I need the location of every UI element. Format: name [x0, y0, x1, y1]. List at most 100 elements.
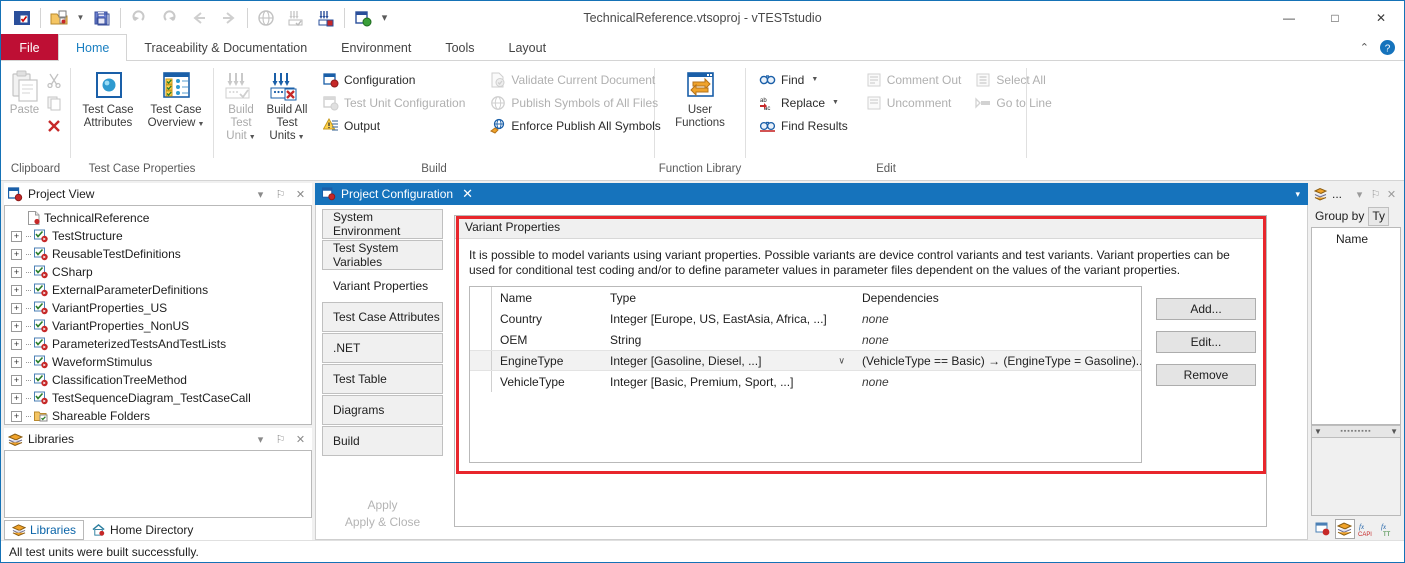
- apply-and-close-button[interactable]: Apply & Close: [322, 514, 443, 539]
- open-project-icon[interactable]: [44, 4, 74, 32]
- expander-icon[interactable]: +: [11, 248, 22, 260]
- document-tab-list-icon[interactable]: ▾: [1287, 183, 1308, 205]
- config-nav-net[interactable]: .NET: [322, 333, 443, 363]
- row-gutter[interactable]: [470, 329, 492, 350]
- go-to-line-button[interactable]: Go to Line: [971, 91, 1055, 114]
- cell-type[interactable]: String: [602, 329, 854, 350]
- libraries-close-icon[interactable]: ✕: [293, 433, 308, 446]
- scroll-grip[interactable]: ▪▪▪▪▪▪▪▪▪: [1340, 428, 1371, 435]
- cell-dependencies[interactable]: none: [854, 329, 1141, 350]
- maximize-button[interactable]: □: [1312, 1, 1358, 34]
- build-all-test-units-icon[interactable]: [311, 4, 341, 32]
- symbol-explorer-close-icon[interactable]: ✕: [1385, 188, 1398, 201]
- tree-node-root[interactable]: TechnicalReference: [11, 209, 311, 227]
- cell-type[interactable]: Integer [Europe, US, EastAsia, Africa, .…: [602, 308, 854, 329]
- row-gutter[interactable]: [470, 351, 492, 370]
- variant-properties-table[interactable]: Name Type Dependencies Country Integer […: [469, 286, 1142, 463]
- tree-node-parameterizedtestsandtestlists[interactable]: + ParameterizedTestsAndTestLists: [11, 335, 311, 353]
- tab-symbol-explorer[interactable]: [1335, 519, 1355, 539]
- publish-symbols-icon[interactable]: [251, 4, 281, 32]
- help-icon[interactable]: ?: [1379, 39, 1396, 56]
- tab-capl-functions[interactable]: fx CAPl: [1357, 519, 1377, 539]
- cell-dependencies[interactable]: none: [854, 308, 1141, 329]
- comment-out-button[interactable]: Comment Out: [862, 68, 966, 91]
- expander-icon[interactable]: +: [11, 284, 22, 296]
- build-all-test-units-dropdown-icon[interactable]: ▼: [298, 134, 305, 141]
- tab-tt-functions[interactable]: fx TT: [1379, 519, 1399, 539]
- column-header-type[interactable]: Type: [602, 287, 854, 308]
- undo-icon[interactable]: [124, 4, 154, 32]
- config-nav-build[interactable]: Build: [322, 426, 443, 456]
- find-button[interactable]: Find ▼: [755, 68, 852, 91]
- table-row[interactable]: OEM String none: [470, 329, 1141, 350]
- edit-button[interactable]: Edit...: [1156, 331, 1256, 353]
- config-nav-diagrams[interactable]: Diagrams: [322, 395, 443, 425]
- project-view-close-icon[interactable]: ✕: [293, 188, 308, 201]
- tree-node-externalparameterdefinitions[interactable]: + ExternalParameterDefinitions: [11, 281, 311, 299]
- row-gutter[interactable]: [470, 308, 492, 329]
- row-gutter[interactable]: [470, 371, 492, 392]
- cell-dependencies[interactable]: (VehicleType == Basic) → (EngineType = G…: [854, 351, 1141, 370]
- expander-icon[interactable]: +: [11, 410, 22, 422]
- scroll-left-icon[interactable]: ▼: [1314, 427, 1322, 436]
- tree-node-classificationtreemethod[interactable]: + ClassificationTreeMethod: [11, 371, 311, 389]
- redo-icon[interactable]: [154, 4, 184, 32]
- remove-button[interactable]: Remove: [1156, 364, 1256, 386]
- add-button[interactable]: Add...: [1156, 298, 1256, 320]
- cell-name[interactable]: VehicleType: [492, 371, 602, 392]
- copy-icon[interactable]: [43, 92, 65, 113]
- cell-dependencies[interactable]: none: [854, 371, 1141, 392]
- symbol-list-column-header-name[interactable]: Name: [1312, 228, 1400, 250]
- tree-node-csharp[interactable]: + CSharp: [11, 263, 311, 281]
- project-view-pin-icon[interactable]: ⚐: [273, 188, 288, 201]
- find-dropdown-icon[interactable]: ▼: [811, 76, 818, 83]
- tab-libraries[interactable]: Libraries: [4, 520, 85, 540]
- cell-type[interactable]: Integer [Gasoline, Diesel, ...] ∨: [602, 351, 854, 370]
- symbol-list[interactable]: Name: [1311, 227, 1401, 425]
- build-all-test-units-button[interactable]: Build All Test Units ▼: [263, 65, 311, 144]
- tab-traceability-documentation[interactable]: Traceability & Documentation: [127, 34, 324, 61]
- expander-icon[interactable]: +: [11, 374, 22, 386]
- tree-node-shareable-folders[interactable]: + Shareable Folders: [11, 407, 311, 424]
- replace-button[interactable]: ab ac Replace ▼: [755, 91, 852, 114]
- app-logo-icon[interactable]: [7, 4, 37, 32]
- tab-environment[interactable]: Environment: [324, 34, 428, 61]
- publish-symbols-of-all-files-button[interactable]: Publish Symbols of All Files: [486, 91, 664, 114]
- config-nav-test-case-attributes[interactable]: Test Case Attributes: [322, 302, 443, 332]
- config-nav-system-environment[interactable]: System Environment: [322, 209, 443, 239]
- test-unit-configuration-button[interactable]: Test Unit Configuration: [319, 91, 469, 114]
- document-tab-close-icon[interactable]: ✕: [462, 186, 473, 202]
- tab-tools[interactable]: Tools: [428, 34, 491, 61]
- tab-test-unit-explorer[interactable]: [1313, 519, 1333, 539]
- tree-node-variantproperties-us[interactable]: + VariantProperties_US: [11, 299, 311, 317]
- project-configuration-icon[interactable]: [348, 4, 378, 32]
- paste-button[interactable]: Paste: [6, 65, 43, 117]
- output-button[interactable]: Output: [319, 114, 469, 137]
- libraries-pin-icon[interactable]: ⚐: [273, 433, 288, 446]
- tab-file[interactable]: File: [1, 34, 58, 61]
- uncomment-button[interactable]: Uncomment: [862, 91, 966, 114]
- open-project-dropdown-icon[interactable]: ▼: [74, 5, 87, 31]
- validate-current-document-button[interactable]: Validate Current Document: [486, 68, 664, 91]
- build-test-unit-icon[interactable]: [281, 4, 311, 32]
- tree-node-teststructure[interactable]: + TestStructure: [11, 227, 311, 245]
- cell-name[interactable]: OEM: [492, 329, 602, 350]
- cell-type[interactable]: Integer [Basic, Premium, Sport, ...]: [602, 371, 854, 392]
- config-nav-test-table[interactable]: Test Table: [322, 364, 443, 394]
- libraries-body[interactable]: [4, 450, 312, 518]
- table-row-selected[interactable]: EngineType Integer [Gasoline, Diesel, ..…: [470, 350, 1141, 371]
- expander-icon[interactable]: +: [11, 302, 22, 314]
- select-all-button[interactable]: Select All: [971, 68, 1055, 91]
- close-button[interactable]: ✕: [1358, 1, 1404, 34]
- tree-node-testsequencediagram-testcasecall[interactable]: + TestSequenceDiagram_TestCaseCall: [11, 389, 311, 407]
- user-functions-button[interactable]: User Functions: [669, 65, 731, 130]
- chevron-down-icon[interactable]: ∨: [838, 355, 845, 366]
- tree-node-reusabletestdefinitions[interactable]: + ReusableTestDefinitions: [11, 245, 311, 263]
- back-icon[interactable]: [184, 4, 214, 32]
- table-row[interactable]: Country Integer [Europe, US, EastAsia, A…: [470, 308, 1141, 329]
- test-case-overview-button[interactable]: Test Case Overview ▼: [145, 65, 207, 131]
- tab-home[interactable]: Home: [58, 34, 128, 61]
- find-results-button[interactable]: Find Results: [755, 114, 852, 137]
- column-header-name[interactable]: Name: [492, 287, 602, 308]
- cut-icon[interactable]: [43, 69, 65, 90]
